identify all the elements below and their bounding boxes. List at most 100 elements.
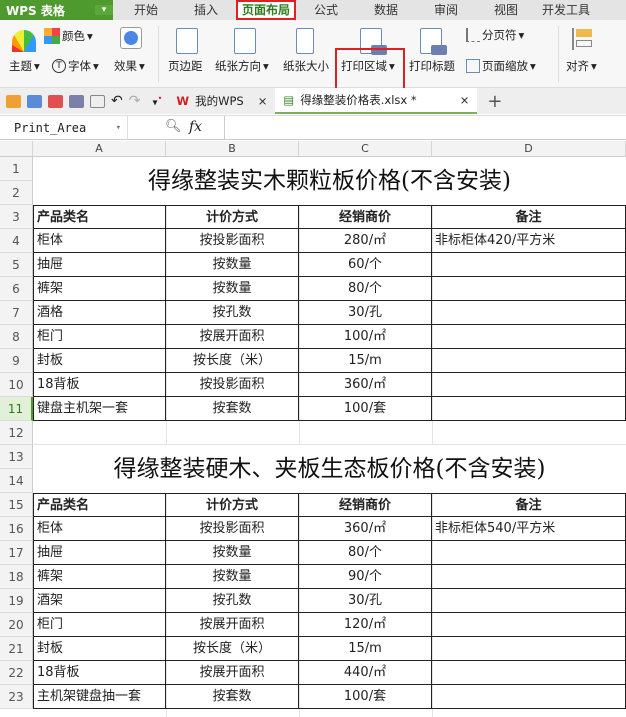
table-cell[interactable]: 120/㎡ (299, 613, 432, 637)
export-pdf-icon[interactable] (48, 94, 63, 108)
row-header[interactable]: 14 (0, 469, 33, 493)
table-cell[interactable]: 按展开面积 (166, 613, 299, 637)
table-cell[interactable]: 按展开面积 (166, 661, 299, 685)
table-cell[interactable]: 100/㎡ (299, 325, 432, 349)
colors-button[interactable]: 颜色 ▾ (44, 28, 93, 44)
row-header[interactable]: 5 (0, 253, 33, 277)
chevron-down-icon[interactable]: ▾ (95, 5, 113, 15)
corner-cell[interactable] (0, 141, 33, 157)
tab-2[interactable]: 页面布局 (236, 0, 296, 20)
zoom-formula-icon[interactable]: 🔍︎ (165, 119, 182, 134)
tab-my-wps[interactable]: W 我的WPS × (168, 88, 275, 114)
table-cell[interactable]: 按套数 (166, 685, 299, 709)
column-header-cell[interactable]: 产品类名 (33, 493, 166, 517)
row-header[interactable]: 18 (0, 565, 33, 589)
table-cell[interactable]: 按长度（米） (166, 637, 299, 661)
page-zoom-button[interactable]: 页面缩放 ▾ (466, 58, 536, 74)
paper-size-button[interactable]: 纸张大小 (283, 58, 329, 74)
table-cell[interactable]: 裤架 (33, 565, 166, 589)
table-cell[interactable] (432, 613, 626, 637)
table-cell[interactable] (432, 373, 626, 397)
row-header[interactable]: 11 (0, 397, 33, 421)
table-cell[interactable]: 抽屉 (33, 253, 166, 277)
table-cell[interactable]: 裤架 (33, 277, 166, 301)
align-button[interactable]: 对齐 ▾ (566, 58, 597, 74)
column-header-cell[interactable]: 产品类名 (33, 205, 166, 229)
margins-button[interactable]: 页边距 (168, 58, 203, 74)
row-header[interactable]: 20 (0, 613, 33, 637)
column-header-cell[interactable]: 备注 (432, 205, 626, 229)
close-icon[interactable]: × (258, 94, 268, 108)
print-titles-button[interactable]: 打印标题 (409, 58, 455, 74)
customize-dropdown-icon[interactable]: ▾• (152, 93, 162, 108)
wps-logo-menu[interactable]: WPS 表格 ▾ (0, 0, 113, 20)
table-cell[interactable] (432, 397, 626, 421)
print-preview-icon[interactable] (90, 94, 105, 108)
table-cell[interactable]: 15/m (299, 349, 432, 373)
table-cell[interactable]: 按长度（米） (166, 349, 299, 373)
redo-icon[interactable]: ↷ (129, 93, 141, 109)
table-cell[interactable]: 柜门 (33, 325, 166, 349)
table-cell[interactable]: 按数量 (166, 541, 299, 565)
column-header-cell[interactable]: 计价方式 (166, 205, 299, 229)
table-cell[interactable] (432, 565, 626, 589)
table-cell[interactable]: 按数量 (166, 565, 299, 589)
row-header[interactable]: 15 (0, 493, 33, 517)
row-header[interactable]: 19 (0, 589, 33, 613)
table-cell[interactable]: 非标柜体540/平方米 (432, 517, 626, 541)
row-header[interactable]: 4 (0, 229, 33, 253)
column-header-cell[interactable]: 经销商价 (299, 493, 432, 517)
table-cell[interactable]: 键盘主机架一套 (33, 397, 166, 421)
tab-3[interactable]: 公式 (296, 0, 356, 20)
column-header-cell[interactable]: 经销商价 (299, 205, 432, 229)
fonts-button[interactable]: T 字体 ▾ (52, 58, 99, 74)
tab-5[interactable]: 审阅 (416, 0, 476, 20)
table-cell[interactable]: 按数量 (166, 277, 299, 301)
table-cell[interactable]: 80/个 (299, 541, 432, 565)
table-cell[interactable]: 按投影面积 (166, 517, 299, 541)
fx-icon[interactable]: fx (189, 119, 202, 135)
table-cell[interactable] (432, 661, 626, 685)
row-header[interactable]: 1 (0, 157, 33, 181)
row-header[interactable]: 23 (0, 685, 33, 709)
table-cell[interactable]: 100/套 (299, 685, 432, 709)
sheet-title[interactable]: 得缘整装硬木、夹板生态板价格(不含安装) (33, 445, 626, 493)
table-cell[interactable]: 非标柜体420/平方米 (432, 229, 626, 253)
table-cell[interactable]: 按数量 (166, 253, 299, 277)
table-cell[interactable]: 按孔数 (166, 301, 299, 325)
table-cell[interactable] (432, 637, 626, 661)
sheet-title[interactable]: 得缘整装实木颗粒板价格(不含安装) (33, 157, 626, 205)
column-header-A[interactable]: A (33, 141, 166, 157)
table-cell[interactable] (432, 277, 626, 301)
table-cell[interactable]: 90/个 (299, 565, 432, 589)
table-cell[interactable]: 15/m (299, 637, 432, 661)
print-icon[interactable] (69, 94, 84, 108)
column-header-cell[interactable]: 计价方式 (166, 493, 299, 517)
close-icon[interactable]: × (460, 93, 470, 107)
table-cell[interactable]: 按投影面积 (166, 229, 299, 253)
table-cell[interactable]: 80/个 (299, 277, 432, 301)
table-cell[interactable] (432, 301, 626, 325)
tab-0[interactable]: 开始 (116, 0, 176, 20)
row-header[interactable]: 9 (0, 349, 33, 373)
column-header-C[interactable]: C (299, 141, 432, 157)
column-header-D[interactable]: D (432, 141, 626, 157)
tab-7[interactable]: 开发工具 (536, 0, 596, 20)
table-cell[interactable]: 按展开面积 (166, 325, 299, 349)
row-header[interactable]: 2 (0, 181, 33, 205)
tab-1[interactable]: 插入 (176, 0, 236, 20)
table-cell[interactable] (432, 589, 626, 613)
table-cell[interactable]: 主机架键盘抽一套 (33, 685, 166, 709)
new-tab-icon[interactable]: + (487, 91, 502, 112)
table-cell[interactable]: 酒格 (33, 301, 166, 325)
table-cell[interactable] (432, 685, 626, 709)
row-header[interactable]: 16 (0, 517, 33, 541)
table-cell[interactable]: 酒架 (33, 589, 166, 613)
table-cell[interactable]: 100/套 (299, 397, 432, 421)
table-cell[interactable] (432, 541, 626, 565)
tab-6[interactable]: 视图 (476, 0, 536, 20)
table-cell[interactable]: 30/孔 (299, 589, 432, 613)
row-header[interactable]: 17 (0, 541, 33, 565)
orientation-button[interactable]: 纸张方向 ▾ (215, 58, 269, 74)
tab-4[interactable]: 数据 (356, 0, 416, 20)
